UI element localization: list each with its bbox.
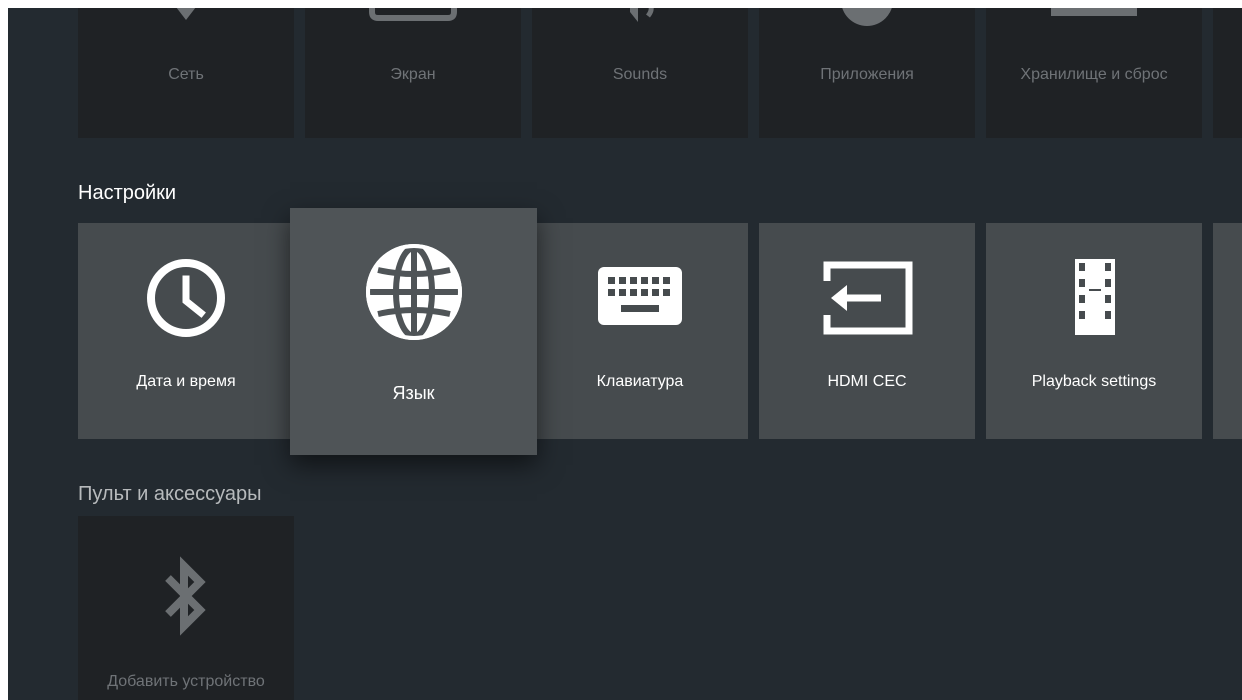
keyboard-icon (598, 267, 682, 325)
apps-icon (842, 8, 892, 26)
tv-settings-screen: Сеть Экран Sounds Приложения Хранилище и… (8, 8, 1242, 700)
tile-network[interactable]: Сеть (78, 8, 294, 138)
screen-icon (369, 8, 457, 21)
tile-label: Playback settings (1031, 373, 1157, 390)
tile-hdmi-cec[interactable]: HDMI CEC (759, 223, 975, 439)
sound-icon (630, 8, 654, 22)
section-title-settings: Настройки (78, 182, 177, 204)
tile-label: Язык (392, 383, 435, 403)
storage-icon (1051, 8, 1137, 16)
tile-label: Sounds (612, 66, 668, 83)
tile-label: HDMI CEC (827, 373, 907, 390)
tile-language[interactable]: Язык (290, 208, 537, 455)
tile-label: Экран (390, 66, 436, 83)
tile-screen[interactable]: Экран (305, 8, 521, 138)
tile-apps[interactable]: Приложения (759, 8, 975, 138)
tile-label: Добавить устройство (107, 673, 265, 690)
tile-keyboard[interactable]: Клавиатура (532, 223, 748, 439)
tile-label: Клавиатура (596, 373, 684, 390)
bluetooth-icon (165, 556, 206, 636)
section-title-remote: Пульт и аксессуары (78, 483, 262, 505)
tile-date-time[interactable]: Дата и время (78, 223, 294, 439)
tile-storage[interactable]: Хранилище и сброс (986, 8, 1202, 138)
tile-sounds[interactable]: Sounds (532, 8, 748, 138)
hdmi-input-icon (823, 261, 913, 335)
tile-partial[interactable] (1213, 8, 1242, 138)
tile-add-device[interactable]: Добавить устройство (78, 516, 294, 700)
tile-label: Приложения (820, 66, 914, 83)
clock-icon (147, 259, 225, 337)
tile-label: Сеть (168, 66, 204, 83)
film-icon (1075, 259, 1115, 335)
tile-label: Хранилище и сброс (1020, 66, 1168, 83)
tile-playback-settings[interactable]: Playback settings (986, 223, 1202, 439)
tile-partial[interactable] (1213, 223, 1242, 439)
globe-icon (365, 244, 462, 340)
network-icon (176, 8, 196, 20)
tile-label: Дата и время (136, 373, 236, 390)
